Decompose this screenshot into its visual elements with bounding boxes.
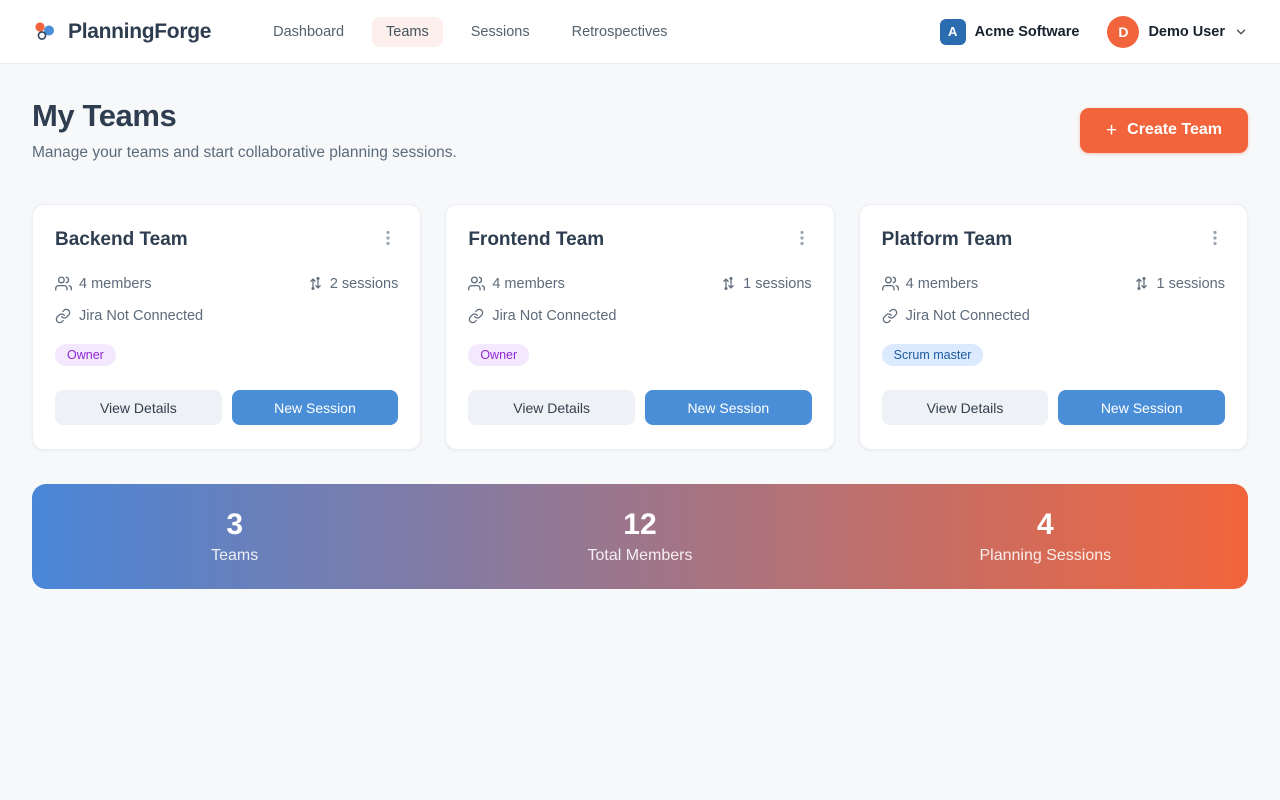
org-indicator: A Acme Software bbox=[940, 19, 1080, 45]
members-meta: 4 members bbox=[55, 275, 152, 292]
kebab-menu-icon[interactable] bbox=[792, 227, 812, 249]
members-meta: 4 members bbox=[882, 275, 979, 292]
user-menu[interactable]: D Demo User bbox=[1107, 16, 1248, 48]
role-badge: Owner bbox=[55, 344, 116, 366]
nav-item-dashboard[interactable]: Dashboard bbox=[259, 17, 358, 47]
members-count: 4 members bbox=[79, 276, 152, 292]
jira-status: Jira Not Connected bbox=[468, 308, 811, 324]
stat-value: 4 bbox=[843, 508, 1248, 541]
users-icon bbox=[882, 275, 899, 292]
page-head: My Teams Manage your teams and start col… bbox=[32, 98, 1248, 162]
page-subtitle: Manage your teams and start collaborativ… bbox=[32, 144, 457, 162]
members-count: 4 members bbox=[492, 276, 565, 292]
stat-planning-sessions: 4 Planning Sessions bbox=[843, 508, 1248, 565]
page-title: My Teams bbox=[32, 98, 457, 134]
stat-total-members: 12 Total Members bbox=[437, 508, 842, 565]
team-card-backend: Backend Team 4 members bbox=[32, 204, 421, 450]
link-icon bbox=[468, 308, 484, 324]
team-card-platform: Platform Team 4 members bbox=[859, 204, 1248, 450]
team-name: Backend Team bbox=[55, 229, 188, 251]
page-head-text: My Teams Manage your teams and start col… bbox=[32, 98, 457, 162]
plus-icon: + bbox=[1106, 121, 1117, 140]
stat-teams: 3 Teams bbox=[32, 508, 437, 565]
new-session-button[interactable]: New Session bbox=[1058, 390, 1225, 425]
sliders-icon bbox=[308, 276, 323, 291]
sessions-count: 2 sessions bbox=[330, 276, 399, 292]
avatar: D bbox=[1107, 16, 1139, 48]
brand-name: PlanningForge bbox=[68, 20, 211, 44]
stat-label: Planning Sessions bbox=[843, 547, 1248, 565]
main-nav: Dashboard Teams Sessions Retrospectives bbox=[259, 17, 681, 47]
new-session-button[interactable]: New Session bbox=[645, 390, 812, 425]
team-name: Platform Team bbox=[882, 229, 1013, 251]
chevron-down-icon bbox=[1234, 25, 1248, 39]
members-meta: 4 members bbox=[468, 275, 565, 292]
new-session-button[interactable]: New Session bbox=[232, 390, 399, 425]
users-icon bbox=[468, 275, 485, 292]
jira-status: Jira Not Connected bbox=[882, 308, 1225, 324]
jira-status-label: Jira Not Connected bbox=[906, 308, 1030, 324]
view-details-button[interactable]: View Details bbox=[55, 390, 222, 425]
view-details-button[interactable]: View Details bbox=[468, 390, 635, 425]
stat-label: Teams bbox=[32, 547, 437, 565]
link-icon bbox=[55, 308, 71, 324]
kebab-menu-icon[interactable] bbox=[378, 227, 398, 249]
sessions-count: 1 sessions bbox=[1156, 276, 1225, 292]
role-badge: Scrum master bbox=[882, 344, 984, 366]
create-team-label: Create Team bbox=[1127, 121, 1222, 139]
sessions-meta: 1 sessions bbox=[721, 276, 812, 292]
nav-item-teams[interactable]: Teams bbox=[372, 17, 443, 47]
create-team-button[interactable]: + Create Team bbox=[1080, 108, 1248, 153]
jira-status-label: Jira Not Connected bbox=[79, 308, 203, 324]
role-badge: Owner bbox=[468, 344, 529, 366]
stat-value: 3 bbox=[32, 508, 437, 541]
jira-status: Jira Not Connected bbox=[55, 308, 398, 324]
kebab-menu-icon[interactable] bbox=[1205, 227, 1225, 249]
nav-item-sessions[interactable]: Sessions bbox=[457, 17, 544, 47]
summary-stats-bar: 3 Teams 12 Total Members 4 Planning Sess… bbox=[32, 484, 1248, 589]
team-name: Frontend Team bbox=[468, 229, 604, 251]
jira-status-label: Jira Not Connected bbox=[492, 308, 616, 324]
sessions-count: 1 sessions bbox=[743, 276, 812, 292]
sliders-icon bbox=[1134, 276, 1149, 291]
user-name: Demo User bbox=[1148, 24, 1225, 40]
sessions-meta: 1 sessions bbox=[1134, 276, 1225, 292]
main-content: My Teams Manage your teams and start col… bbox=[0, 98, 1280, 589]
members-count: 4 members bbox=[906, 276, 979, 292]
teams-card-grid: Backend Team 4 members bbox=[32, 204, 1248, 450]
dot-cluster-logo-icon bbox=[32, 19, 58, 45]
org-name: Acme Software bbox=[975, 24, 1080, 40]
view-details-button[interactable]: View Details bbox=[882, 390, 1049, 425]
app-header: PlanningForge Dashboard Teams Sessions R… bbox=[0, 0, 1280, 64]
stat-value: 12 bbox=[437, 508, 842, 541]
team-card-frontend: Frontend Team 4 members bbox=[445, 204, 834, 450]
users-icon bbox=[55, 275, 72, 292]
stat-label: Total Members bbox=[437, 547, 842, 565]
sliders-icon bbox=[721, 276, 736, 291]
nav-item-retrospectives[interactable]: Retrospectives bbox=[558, 17, 682, 47]
header-right: A Acme Software D Demo User bbox=[940, 16, 1248, 48]
brand-logo-area[interactable]: PlanningForge bbox=[32, 19, 211, 45]
sessions-meta: 2 sessions bbox=[308, 276, 399, 292]
org-badge: A bbox=[940, 19, 966, 45]
link-icon bbox=[882, 308, 898, 324]
